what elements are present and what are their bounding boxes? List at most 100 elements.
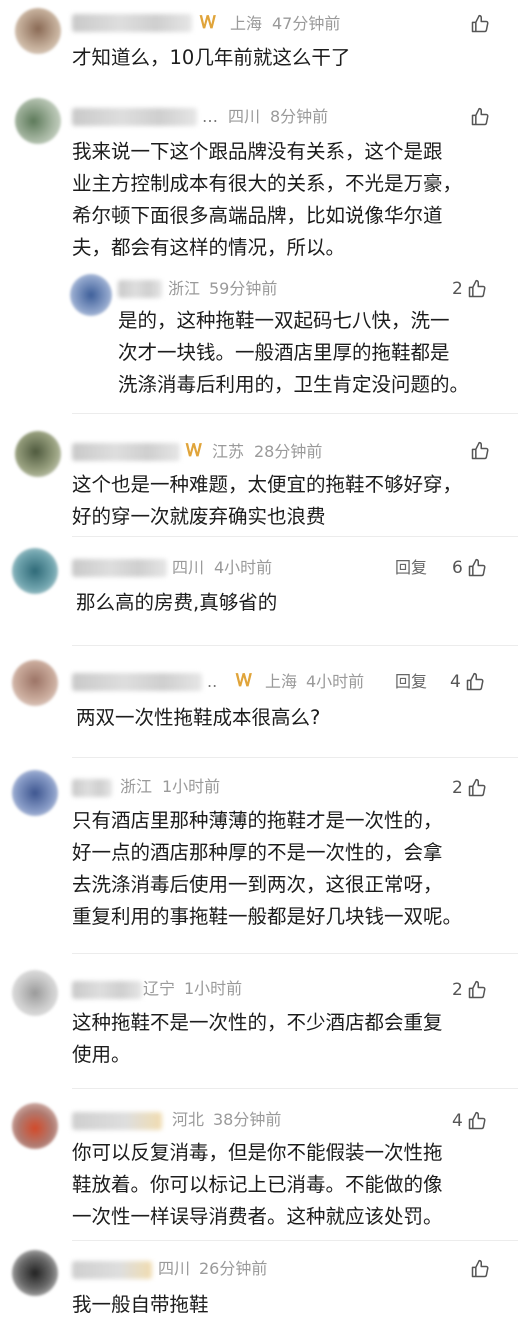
comment-text-line: 业主方控制成本有很大的关系，不光是万豪，	[72, 172, 463, 195]
username-blurred[interactable]	[72, 14, 192, 32]
comment-item: 浙江 1小时前 2 只有酒店里那种薄薄的拖鞋才是一次性的， 好一点的酒店那种厚的…	[0, 762, 518, 962]
comment-location: 辽宁	[143, 979, 176, 998]
comment-location: 浙江	[120, 777, 153, 796]
divider	[72, 953, 518, 954]
username-blurred[interactable]	[72, 1112, 162, 1130]
like-button[interactable]: 6	[452, 557, 487, 579]
comment-time: 8分钟前	[270, 107, 329, 126]
comment-time: 38分钟前	[213, 1110, 282, 1129]
comment-item: … 四川 8分钟前 我来说一下这个跟品牌没有关系，这个是跟 业主方控制成本有很大…	[0, 90, 518, 270]
comment-item: 四川 26分钟前 我一般自带拖鞋	[0, 1244, 518, 1332]
username-blurred[interactable]	[72, 673, 202, 691]
thumbs-up-icon	[468, 279, 486, 298]
vip-badge-icon: Ꮃ	[186, 441, 203, 461]
username-blurred[interactable]	[72, 108, 197, 126]
comment-text-line: 希尔顿下面很多高端品牌，比如说像华尔道	[72, 204, 443, 227]
username-blurred[interactable]	[72, 779, 112, 797]
comment-text-line: 夫，都会有这样的情况，所以。	[72, 236, 346, 259]
comment-time: 1小时前	[184, 979, 243, 998]
reply-button[interactable]: 回复	[395, 558, 427, 578]
comment-location: 上海	[265, 672, 298, 691]
comment-item: 辽宁 1小时前 2 这种拖鞋不是一次性的，不少酒店都会重复 使用。	[0, 962, 518, 1088]
thumbs-up-icon	[466, 672, 484, 691]
comment-location: 河北	[172, 1110, 205, 1129]
like-button[interactable]: 2	[452, 979, 487, 1001]
like-button[interactable]: 4	[450, 671, 485, 693]
divider	[72, 645, 518, 646]
avatar[interactable]	[70, 274, 112, 316]
comment-text-line: 洗涤消毒后利用的，卫生肯定没问题的。	[118, 373, 470, 396]
reply-button[interactable]: 回复	[395, 672, 427, 692]
avatar[interactable]	[12, 1103, 58, 1149]
comment-time: 59分钟前	[209, 279, 278, 298]
comment-item: 四川 4小时前 回复 6 那么高的房费,真够省的	[0, 540, 518, 652]
vip-badge-icon: Ꮃ	[236, 671, 253, 691]
avatar[interactable]	[12, 660, 58, 706]
comment-text-line: 两双一次性拖鞋成本很高么?	[76, 706, 321, 729]
comment-location: 四川	[158, 1259, 191, 1278]
like-count: 2	[452, 279, 463, 299]
username-blurred[interactable]	[72, 981, 142, 999]
thumbs-up-icon	[468, 558, 486, 577]
like-count: 2	[452, 980, 463, 1000]
comment-location: 四川	[172, 558, 205, 577]
thumbs-up-icon	[468, 778, 486, 797]
comment-text-line: 去洗涤消毒后使用一到两次，这很正常呀，	[72, 873, 443, 896]
thumbs-up-icon	[471, 14, 489, 33]
divider	[72, 1088, 518, 1089]
comment-location: 四川	[228, 107, 261, 126]
comment-text-line: 那么高的房费,真够省的	[76, 591, 278, 614]
divider	[72, 536, 518, 537]
avatar[interactable]	[15, 98, 61, 144]
avatar[interactable]	[15, 431, 61, 477]
comment-text-line: 好一点的酒店那种厚的不是一次性的，会拿	[72, 841, 443, 864]
like-button[interactable]: 2	[452, 777, 487, 799]
comment-text-line: 你可以反复消毒，但是你不能假装一次性拖	[72, 1141, 443, 1164]
avatar[interactable]	[12, 970, 58, 1016]
comment-location: 江苏	[212, 442, 245, 461]
username-ellipsis: …	[202, 107, 218, 126]
comment-text-line: 使用。	[72, 1043, 131, 1066]
comment-text-line: 一次性一样误导消费者。这种就应该处罚。	[72, 1205, 443, 1228]
like-button[interactable]	[470, 1259, 490, 1279]
comment-item: 河北 38分钟前 4 你可以反复消毒，但是你不能假装一次性拖 鞋放着。你可以标记…	[0, 1095, 518, 1240]
avatar[interactable]	[15, 8, 61, 54]
divider	[72, 413, 518, 414]
comment-item: .. Ꮃ 上海 4小时前 回复 4 两双一次性拖鞋成本很高么?	[0, 652, 518, 762]
like-button[interactable]	[470, 441, 490, 461]
username-blurred[interactable]	[72, 443, 180, 461]
avatar[interactable]	[12, 770, 58, 816]
reply-item: 浙江 59分钟前 2 是的，这种拖鞋一双起码七八快，洗一 次才一块钱。一般酒店里…	[0, 270, 518, 420]
username-blurred[interactable]	[72, 1261, 152, 1279]
like-count: 4	[450, 672, 461, 692]
comment-item: Ꮃ 江苏 28分钟前 这个也是一种难题，太便宜的拖鞋不够好穿， 好的穿一次就废弃…	[0, 425, 518, 543]
like-button[interactable]	[470, 14, 490, 34]
username-blurred[interactable]	[72, 559, 167, 577]
comment-time: 1小时前	[162, 777, 221, 796]
comment-time: 26分钟前	[199, 1259, 268, 1278]
comment-text-line: 是的，这种拖鞋一双起码七八快，洗一	[118, 309, 450, 332]
like-count: 6	[452, 558, 463, 578]
like-button[interactable]	[470, 107, 490, 127]
comment-time: 4小时前	[306, 672, 365, 691]
comment-text-line: 这种拖鞋不是一次性的，不少酒店都会重复	[72, 1011, 443, 1034]
like-count: 2	[452, 778, 463, 798]
avatar[interactable]	[12, 1250, 58, 1296]
like-button[interactable]: 2	[452, 278, 487, 300]
comment-text-line: 次才一块钱。一般酒店里厚的拖鞋都是	[118, 341, 450, 364]
username-blurred[interactable]	[118, 280, 162, 298]
like-button[interactable]: 4	[452, 1110, 487, 1132]
like-count: 4	[452, 1111, 463, 1131]
thumbs-up-icon	[468, 1111, 486, 1130]
comment-time: 47分钟前	[272, 14, 341, 33]
avatar[interactable]	[12, 548, 58, 594]
vip-badge-icon: Ꮃ	[200, 13, 217, 33]
comment-text-line: 才知道么，10几年前就这么干了	[72, 46, 351, 69]
comment-text-line: 重复利用的事拖鞋一般都是好几块钱一双呢。	[72, 905, 463, 928]
thumbs-up-icon	[471, 107, 489, 126]
comment-time: 4小时前	[214, 558, 273, 577]
thumbs-up-icon	[471, 441, 489, 460]
divider	[72, 1240, 518, 1241]
comment-text-line: 鞋放着。你可以标记上已消毒。不能做的像	[72, 1173, 443, 1196]
comment-item: Ꮃ 上海 47分钟前 才知道么，10几年前就这么干了	[0, 0, 518, 90]
